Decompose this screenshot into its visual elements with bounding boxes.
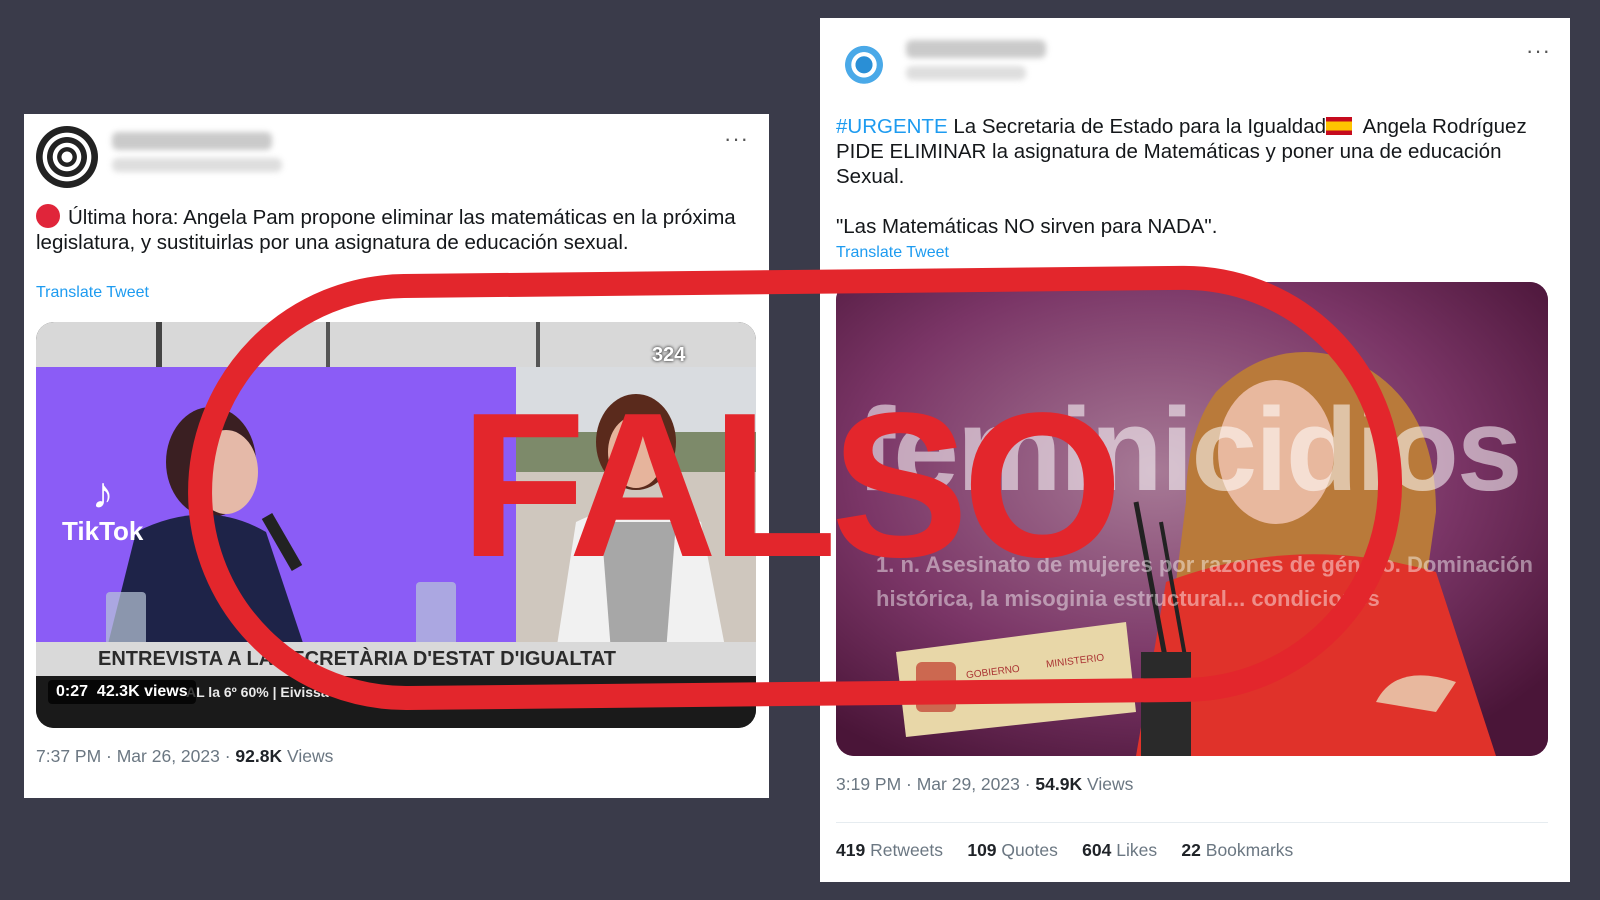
retweets-count: 419 <box>836 840 866 860</box>
tiktok-logo: ♪ TikTok <box>62 472 143 547</box>
tweet-meta: 7:37 PM · Mar 26, 2023 · 92.8K Views <box>36 746 333 767</box>
engagement-stats: 419 Retweets 109 Quotes 604 Likes 22 Boo… <box>836 840 1293 861</box>
tweet-body: Última hora: Angela Pam propone eliminar… <box>36 206 736 254</box>
more-options-icon[interactable]: ··· <box>1526 38 1551 64</box>
video-duration-badge: 0:27 42.3K views <box>48 680 196 704</box>
avatar[interactable] <box>36 126 98 188</box>
translate-tweet-link[interactable]: Translate Tweet <box>836 244 949 262</box>
stat-bookmarks[interactable]: 22 Bookmarks <box>1181 840 1293 860</box>
tiktok-label: TikTok <box>62 516 144 546</box>
red-circle-icon <box>36 204 60 228</box>
views-count: 92.8K <box>235 746 283 766</box>
retweets-label: Retweets <box>870 840 944 860</box>
views-count: 54.9K <box>1035 774 1083 794</box>
video-duration: 0:27 <box>56 683 89 700</box>
handle-blurred[interactable] <box>906 66 1026 80</box>
stat-quotes[interactable]: 109 Quotes <box>967 840 1058 860</box>
handle-blurred[interactable] <box>112 158 282 172</box>
video-views: 42.3K views <box>96 683 188 700</box>
tweet-quote: "Las Matemáticas NO sirven para NADA". <box>836 215 1218 238</box>
display-name-blurred[interactable] <box>906 40 1046 58</box>
tweet-body-part1: La Secretaria de Estado para la Igualdad <box>947 115 1327 138</box>
views-label: Views <box>282 746 334 766</box>
likes-label: Likes <box>1116 840 1158 860</box>
avatar[interactable] <box>836 34 892 90</box>
tweet-timestamp[interactable]: 7:37 PM · Mar 26, 2023 · <box>36 746 235 766</box>
video-banner-text: ENTREVISTA A LA SECRETÀRIA D'ESTAT D'IGU… <box>98 648 617 670</box>
quotes-count: 109 <box>967 840 997 860</box>
tweet-text: #URGENTE La Secretaria de Estado para la… <box>836 114 1536 189</box>
spain-flag-icon <box>1326 117 1353 135</box>
bookmarks-label: Bookmarks <box>1205 840 1294 860</box>
tiktok-icon: ♪ <box>91 469 114 518</box>
stat-likes[interactable]: 604 Likes <box>1082 840 1157 860</box>
display-name-blurred[interactable] <box>112 132 272 150</box>
falso-stamp-label: FALSO <box>460 370 1123 600</box>
more-options-icon[interactable]: ··· <box>724 126 749 152</box>
hashtag-link[interactable]: #URGENTE <box>836 115 948 138</box>
tweet-timestamp[interactable]: 3:19 PM · Mar 29, 2023 · <box>836 774 1035 794</box>
views-label: Views <box>1082 774 1134 794</box>
video-ticker-text: AL la 6º 60% | Eivissa 10° 89% | Palma 1… <box>186 684 496 700</box>
bookmarks-count: 22 <box>1181 840 1201 860</box>
stat-retweets[interactable]: 419 Retweets <box>836 840 943 860</box>
tweet-meta: 3:19 PM · Mar 29, 2023 · 54.9K Views <box>836 774 1133 795</box>
translate-tweet-link[interactable]: Translate Tweet <box>36 284 149 302</box>
tweet-text: Última hora: Angela Pam propone eliminar… <box>36 204 736 255</box>
quotes-label: Quotes <box>1001 840 1058 860</box>
channel-logo: 324 <box>652 344 686 366</box>
divider <box>836 822 1548 823</box>
likes-count: 604 <box>1082 840 1112 860</box>
